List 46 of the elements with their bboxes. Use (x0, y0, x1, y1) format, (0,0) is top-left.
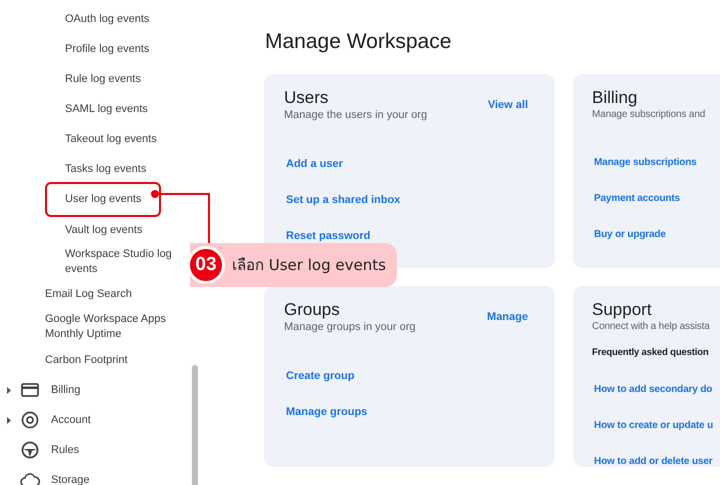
nav-item[interactable]: SAML log events (65, 100, 175, 118)
credit-card-icon (21, 383, 39, 397)
card-link[interactable]: Set up a shared inbox (286, 193, 400, 207)
nav-item[interactable]: Tasks log events (65, 160, 175, 178)
nav-item[interactable]: Takeout log events (65, 130, 175, 148)
nav-item[interactable]: Storage (51, 474, 90, 485)
card-action-link[interactable]: View all (488, 99, 528, 111)
nav-item[interactable]: Vault log events (65, 220, 175, 240)
scrollbar[interactable] (192, 365, 198, 485)
at-sign-icon (21, 411, 39, 429)
card-title: Users (284, 88, 330, 108)
nav-item[interactable]: Rules (51, 444, 80, 456)
card-link[interactable]: How to create or update u (594, 419, 714, 433)
nav-item[interactable]: Profile log events (65, 40, 175, 58)
expand-arrow-icon[interactable] (7, 416, 11, 424)
card-link[interactable]: How to add or delete user (594, 455, 712, 469)
nav-item[interactable]: Workspace Studio log events (65, 245, 175, 279)
steering-wheel-icon (21, 441, 39, 459)
card-link[interactable]: How to add secondary do (594, 383, 712, 397)
page-title: Manage Workspace (265, 29, 452, 55)
nav-item[interactable]: Billing (51, 384, 80, 396)
nav-item[interactable]: Rule log events (65, 70, 175, 88)
card-title: Groups (284, 300, 341, 320)
card-link[interactable]: Reset password (286, 229, 370, 243)
card-link[interactable]: Create group (286, 369, 354, 383)
card-link[interactable]: Buy or upgrade (594, 228, 666, 242)
nav-item[interactable]: Google Workspace Apps Monthly Uptime (45, 310, 170, 344)
card-subtitle: Connect with a help assista (592, 321, 710, 332)
card-link[interactable]: Manage subscriptions (594, 156, 697, 170)
nav-item[interactable]: User log events (47, 184, 160, 215)
cloud-icon (20, 473, 40, 485)
nav-item[interactable]: OAuth log events (65, 10, 175, 28)
card-action-link[interactable]: Manage (487, 311, 528, 323)
nav-item[interactable]: Account (51, 414, 91, 426)
card-link[interactable]: Manage groups (286, 405, 368, 419)
nav-item[interactable]: Email Log Search (45, 284, 170, 304)
expand-arrow-icon[interactable] (7, 386, 11, 394)
card-subtitle: Manage groups in your org (284, 321, 416, 333)
card-title: Support (592, 300, 653, 320)
card-title: Billing (592, 88, 638, 108)
card-subtitle: Manage the users in your org (284, 109, 428, 121)
card-subtitle: Manage subscriptions and (592, 109, 706, 120)
card-link[interactable]: Add a user (286, 157, 343, 171)
card-link[interactable]: Payment accounts (594, 192, 680, 206)
faq-heading: Frequently asked question (592, 346, 710, 359)
nav-item[interactable]: Carbon Footprint (45, 350, 170, 370)
